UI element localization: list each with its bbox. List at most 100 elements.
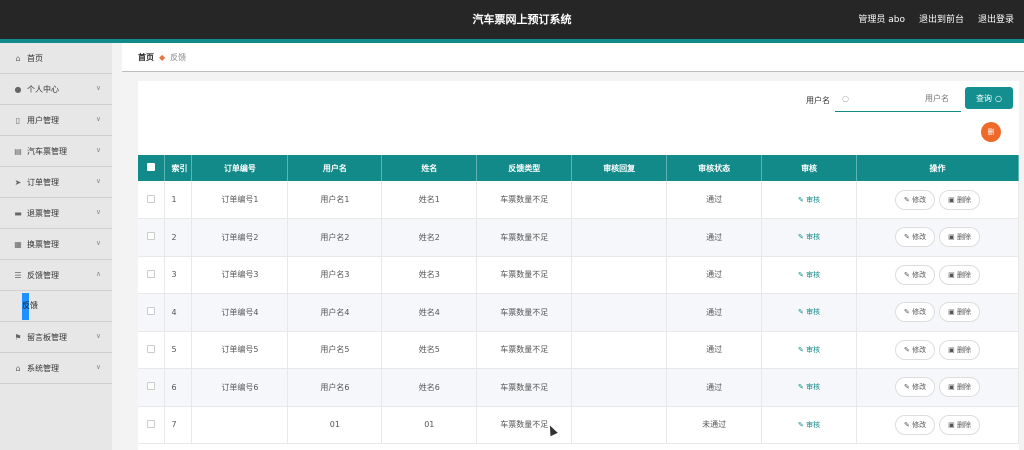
audit-label: 审核 bbox=[806, 195, 821, 204]
edit-button[interactable]: ✎ 修改 bbox=[895, 302, 936, 323]
cell-name: 姓名4 bbox=[381, 293, 478, 332]
select-all-checkbox[interactable] bbox=[138, 155, 166, 181]
row-checkbox[interactable] bbox=[138, 181, 166, 219]
header-actions: 管理员 abo 退出到前台 退出登录 bbox=[858, 12, 1014, 25]
delete-button[interactable]: ▣ 删除 bbox=[939, 302, 980, 323]
breadcrumb-separator-icon: ◆ bbox=[159, 52, 166, 62]
audit-cell: ✎ 审核 bbox=[761, 331, 858, 369]
column-header: 订单编号 bbox=[191, 155, 289, 181]
sidebar-item-label: 用户管理 bbox=[27, 115, 59, 125]
row-checkbox[interactable] bbox=[138, 368, 166, 407]
cell-index: 4 bbox=[164, 293, 193, 332]
exchange-icon: ▦ bbox=[14, 239, 22, 249]
feedback-table: 索引 订单编号 用户名 姓名 反馈类型 审核回复 审核状态 审核 操作 1 订单编… bbox=[138, 155, 1019, 444]
cell-status: 通过 bbox=[666, 181, 763, 219]
sidebar-item-profile[interactable]: ● 个人中心 ∨ bbox=[0, 74, 112, 105]
admin-label: 管理员 abo bbox=[858, 15, 905, 25]
edit-label: 修改 bbox=[912, 345, 927, 354]
user-icon: ● bbox=[14, 84, 22, 94]
chevron-up-icon: ∧ bbox=[95, 270, 101, 278]
sidebar-item-users[interactable]: ▯ 用户管理 ∨ bbox=[0, 105, 112, 136]
cell-name: 姓名2 bbox=[381, 218, 478, 257]
delete-button[interactable]: ▣ 删除 bbox=[939, 377, 980, 398]
cell-name: 姓名6 bbox=[381, 368, 478, 407]
logout-link[interactable]: 退出登录 bbox=[978, 12, 1014, 25]
column-header: 用户名 bbox=[287, 155, 383, 181]
row-checkbox[interactable] bbox=[138, 406, 166, 444]
sidebar-item-messages[interactable]: ⚑ 留言板管理 ∨ bbox=[0, 322, 112, 353]
sidebar-item-tickets[interactable]: ▤ 汽车票管理 ∨ bbox=[0, 136, 112, 167]
system-icon: ⌂ bbox=[15, 363, 21, 373]
edit-button[interactable]: ✎ 修改 bbox=[895, 339, 936, 360]
cell-index: 2 bbox=[164, 218, 193, 257]
edit-icon: ✎ bbox=[798, 383, 807, 392]
cell-reply bbox=[571, 368, 668, 407]
table-row: 3 订单编号3 用户名3 姓名3 车票数量不足 通过 ✎ 审核 ✎ 修改 ▣ 删除 bbox=[138, 256, 1019, 294]
audit-link[interactable]: ✎ 审核 bbox=[798, 383, 820, 391]
cell-status: 通过 bbox=[666, 331, 763, 369]
order-icon: ➤ bbox=[14, 177, 22, 187]
cell-name: 姓名1 bbox=[381, 181, 478, 219]
cell-status: 通过 bbox=[666, 256, 763, 294]
audit-link[interactable]: ✎ 审核 bbox=[798, 233, 820, 241]
exit-front-link[interactable]: 退出到前台 bbox=[919, 12, 964, 25]
sidebar-item-home[interactable]: ⌂ 首页 bbox=[0, 43, 112, 74]
batch-delete-button[interactable]: 删 bbox=[981, 122, 1001, 142]
actions-cell: ✎ 修改 ▣ 删除 bbox=[856, 218, 1019, 257]
audit-link[interactable]: ✎ 审核 bbox=[798, 421, 820, 429]
delete-button[interactable]: ▣ 删除 bbox=[939, 264, 980, 285]
sidebar-item-label: 反馈管理 bbox=[27, 270, 59, 280]
audit-link[interactable]: ✎ 审核 bbox=[798, 308, 820, 316]
row-checkbox[interactable] bbox=[138, 331, 166, 369]
audit-label: 审核 bbox=[806, 233, 821, 242]
trash-icon: ▣ bbox=[948, 233, 957, 242]
delete-button[interactable]: ▣ 删除 bbox=[939, 339, 980, 360]
sidebar-item-system[interactable]: ⌂ 系统管理 ∨ bbox=[0, 353, 112, 384]
edit-icon: ✎ bbox=[798, 270, 807, 279]
search-button-label: 查询 bbox=[976, 93, 992, 103]
edit-button[interactable]: ✎ 修改 bbox=[895, 264, 936, 285]
audit-link[interactable]: ✎ 审核 bbox=[798, 271, 820, 279]
column-header: 审核 bbox=[761, 155, 858, 181]
row-checkbox[interactable] bbox=[138, 256, 166, 294]
row-checkbox[interactable] bbox=[138, 293, 166, 332]
search-input[interactable] bbox=[848, 94, 949, 103]
sidebar-subitem-feedback[interactable]: 反馈 bbox=[22, 300, 38, 311]
delete-button[interactable]: ▣ 删除 bbox=[939, 227, 980, 248]
sidebar-item-orders[interactable]: ➤ 订单管理 ∨ bbox=[0, 167, 112, 198]
sidebar-item-label: 退票管理 bbox=[27, 208, 59, 218]
sidebar-item-refunds[interactable]: ▬ 退票管理 ∨ bbox=[0, 198, 112, 229]
edit-label: 修改 bbox=[912, 195, 927, 204]
row-checkbox[interactable] bbox=[138, 218, 166, 257]
audit-cell: ✎ 审核 bbox=[761, 218, 858, 257]
delete-label: 删除 bbox=[956, 233, 971, 242]
edit-icon: ✎ bbox=[904, 195, 913, 204]
column-header: 索引 bbox=[164, 155, 193, 181]
edit-icon: ✎ bbox=[798, 195, 807, 204]
edit-button[interactable]: ✎ 修改 bbox=[895, 227, 936, 248]
search-button[interactable]: 查询 ○ bbox=[965, 87, 1013, 109]
edit-button[interactable]: ✎ 修改 bbox=[895, 189, 936, 210]
edit-button[interactable]: ✎ 修改 bbox=[895, 414, 936, 435]
cell-order: 订单编号1 bbox=[191, 181, 289, 219]
cell-reply bbox=[571, 293, 668, 332]
edit-button[interactable]: ✎ 修改 bbox=[895, 377, 936, 398]
sidebar-item-feedback[interactable]: ☰ 反馈管理 ∧ bbox=[0, 260, 112, 291]
edit-icon: ✎ bbox=[904, 420, 913, 429]
actions-cell: ✎ 修改 ▣ 删除 bbox=[856, 406, 1019, 444]
chevron-down-icon: ∨ bbox=[95, 208, 101, 216]
audit-label: 审核 bbox=[806, 308, 821, 317]
breadcrumb-home[interactable]: 首页 bbox=[138, 52, 154, 63]
edit-icon: ✎ bbox=[798, 420, 807, 429]
cell-user: 01 bbox=[287, 406, 383, 444]
actions-cell: ✎ 修改 ▣ 删除 bbox=[856, 368, 1019, 407]
delete-button[interactable]: ▣ 删除 bbox=[939, 189, 980, 210]
sidebar-item-exchange[interactable]: ▦ 换票管理 ∨ bbox=[0, 229, 112, 260]
edit-icon: ✎ bbox=[798, 345, 807, 354]
audit-link[interactable]: ✎ 审核 bbox=[798, 196, 820, 204]
table-row: 7 01 01 车票数量不足 未通过 ✎ 审核 ✎ 修改 ▣ 删除 bbox=[138, 406, 1019, 444]
audit-link[interactable]: ✎ 审核 bbox=[798, 346, 820, 354]
delete-button[interactable]: ▣ 删除 bbox=[939, 414, 980, 435]
sidebar-item-label: 汽车票管理 bbox=[27, 146, 67, 156]
edit-label: 修改 bbox=[912, 270, 927, 279]
